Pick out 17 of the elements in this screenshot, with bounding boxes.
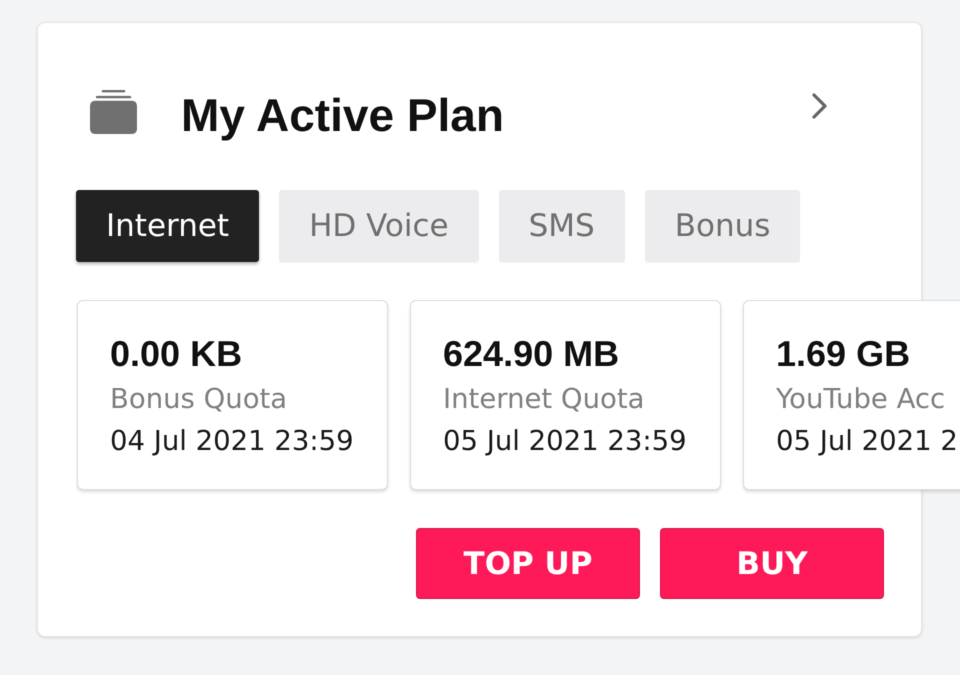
plan-title: My Active Plan: [181, 88, 504, 143]
quota-amount: 624.90 MB: [443, 333, 620, 375]
quota-name: Bonus Quota: [110, 382, 288, 417]
quota-name: YouTube Acc: [776, 382, 946, 417]
quota-amount: 0.00 KB: [110, 333, 242, 375]
plan-tab[interactable]: HD Voice: [279, 190, 479, 262]
quota-amount: 1.69 GB: [776, 333, 910, 375]
plan-tab[interactable]: Bonus: [644, 190, 800, 262]
plan-tab[interactable]: SMS: [498, 190, 625, 262]
quota-expiry: 05 Jul 2021 2: [776, 424, 958, 459]
quota-name: Internet Quota: [443, 382, 644, 417]
buy-button[interactable]: BUY: [660, 528, 884, 599]
top-up-button[interactable]: TOP UP: [416, 528, 640, 599]
quota-expiry: 05 Jul 2021 23:59: [443, 424, 687, 459]
stacked-cards-icon: [90, 88, 137, 134]
quota-expiry: 04 Jul 2021 23:59: [110, 424, 354, 459]
plan-tab[interactable]: Internet: [76, 190, 260, 262]
